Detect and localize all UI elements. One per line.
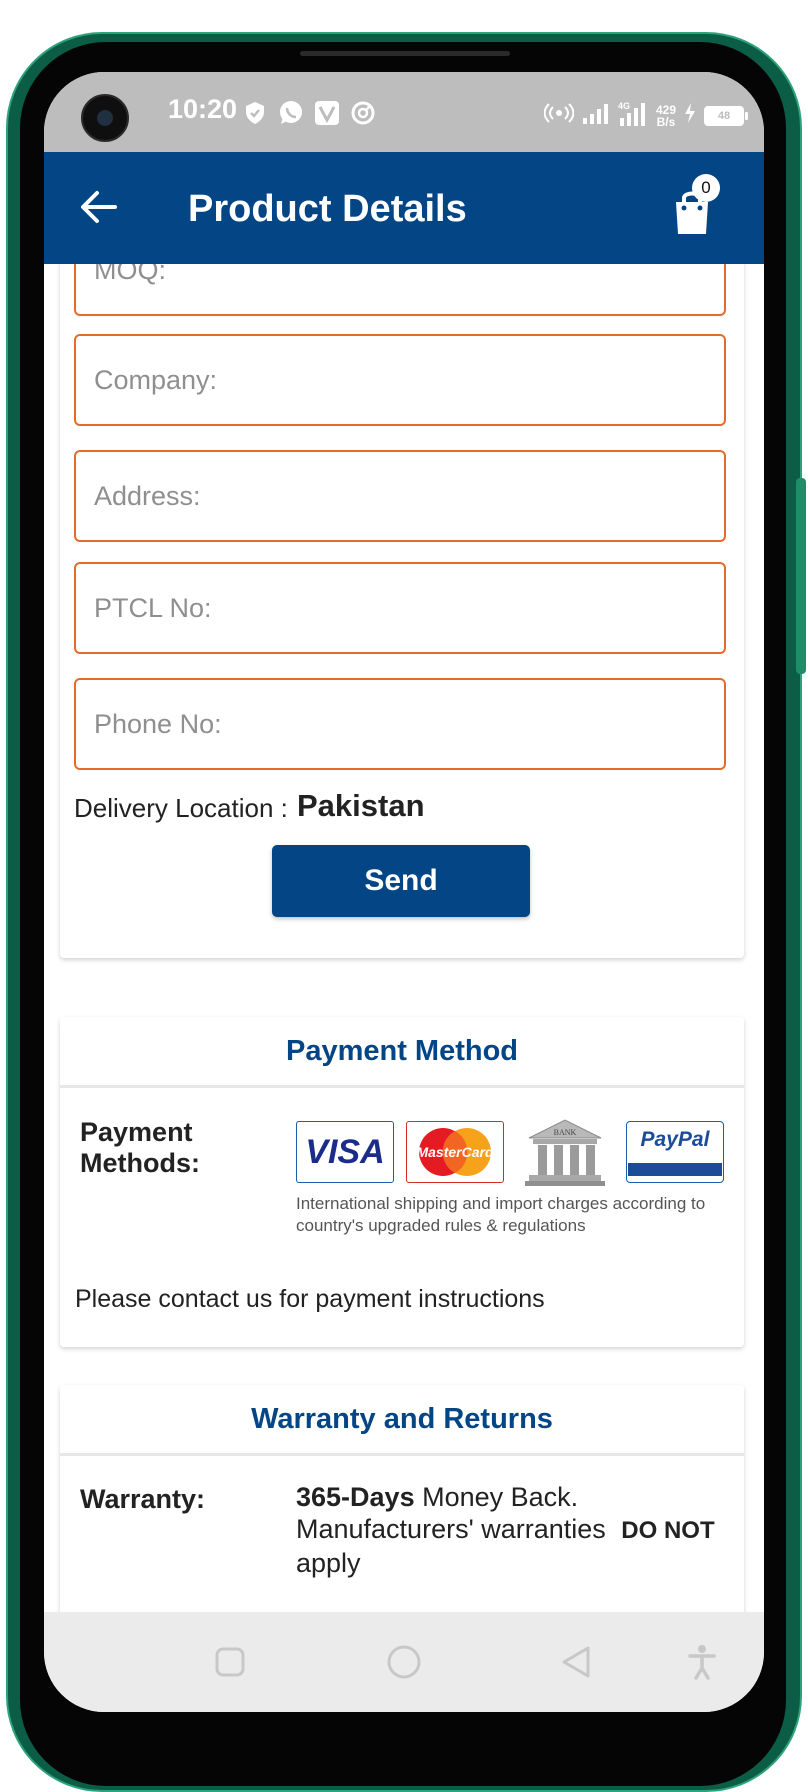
company-field[interactable] xyxy=(74,334,726,426)
bank-logo: BANK xyxy=(516,1119,614,1186)
arrow-left-icon xyxy=(81,191,117,223)
navigation-bar xyxy=(44,1612,764,1712)
mastercard-text: MasterCard xyxy=(416,1144,493,1160)
payment-methods-label: Payment Methods: xyxy=(80,1117,200,1178)
paypal-text: PayPal xyxy=(640,1128,710,1151)
page-title: Product Details xyxy=(188,188,467,230)
shipping-note: International shipping and import charge… xyxy=(296,1194,706,1235)
phone-side-button xyxy=(796,478,806,674)
hotspot-icon xyxy=(543,103,575,128)
sync-icon xyxy=(350,100,376,126)
home-button[interactable] xyxy=(382,1640,426,1684)
cart-button[interactable]: 0 xyxy=(670,174,726,236)
paypal-logo: PayPal xyxy=(626,1121,724,1183)
payment-contact-text: Please contact us for payment instructio… xyxy=(75,1285,545,1313)
address-field[interactable] xyxy=(74,450,726,542)
shield-icon xyxy=(242,100,268,126)
ptcl-field[interactable] xyxy=(74,562,726,654)
accessibility-button[interactable] xyxy=(680,1640,724,1684)
phone-field[interactable] xyxy=(74,678,726,770)
back-nav-button[interactable] xyxy=(554,1640,598,1684)
earpiece xyxy=(300,51,510,56)
warranty-text: 365-Days Money Back. Manufacturers' warr… xyxy=(296,1481,736,1579)
send-button[interactable]: Send xyxy=(272,845,530,917)
delivery-location-label: Delivery Location : xyxy=(74,793,288,823)
vpn-icon xyxy=(314,100,340,126)
back-triangle-icon xyxy=(562,1646,590,1678)
warranty-days: 365-Days xyxy=(296,1482,415,1512)
status-bar: 10:20 4G 429 B/s 48 xyxy=(44,72,764,152)
moq-input[interactable] xyxy=(76,264,724,314)
warranty-do-not: DO NOT xyxy=(621,1517,715,1544)
bank-text: BANK xyxy=(554,1128,577,1137)
app-bar: Product Details 0 xyxy=(44,152,764,264)
delivery-location-value: Pakistan xyxy=(297,788,425,823)
paypal-bar xyxy=(628,1163,722,1176)
product-details-content: Delivery Location : Pakistan Send Paymen… xyxy=(44,264,764,1612)
address-input[interactable] xyxy=(76,452,724,540)
battery-icon: 48 xyxy=(704,105,748,126)
payment-logos: VISA MasterCard BANK PayPal xyxy=(296,1119,724,1186)
network-speed-value: 429 xyxy=(655,102,676,117)
recent-apps-button[interactable] xyxy=(208,1640,252,1684)
phone-input[interactable] xyxy=(76,680,724,768)
mastercard-logo: MasterCard xyxy=(406,1121,504,1183)
ptcl-input[interactable] xyxy=(76,564,724,652)
charging-icon xyxy=(684,103,696,128)
accessibility-icon xyxy=(688,1645,716,1680)
warranty-label: Warranty: xyxy=(80,1484,206,1514)
payment-method-header: Payment Method xyxy=(60,1017,744,1088)
cart-count-badge: 0 xyxy=(692,174,720,202)
network-speed-unit: B/s xyxy=(656,114,676,129)
status-time: 10:20 xyxy=(168,94,238,124)
recent-apps-icon xyxy=(215,1647,245,1677)
notification-icons xyxy=(242,100,376,126)
home-icon xyxy=(387,1645,421,1679)
front-camera xyxy=(81,94,129,142)
company-input[interactable] xyxy=(76,336,724,424)
inquiry-form-card: Delivery Location : Pakistan Send xyxy=(60,264,744,958)
lte-signal-icon: 4G xyxy=(618,100,648,131)
back-button[interactable] xyxy=(74,182,124,232)
screen: 10:20 4G 429 B/s 48 Product Details 0 MO… xyxy=(44,72,764,1712)
system-indicators: 4G 429 B/s 48 xyxy=(543,100,748,131)
signal-icon xyxy=(582,102,610,129)
payment-method-card: Payment Method Payment Methods: VISA Mas… xyxy=(60,1017,744,1347)
whatsapp-icon xyxy=(278,100,304,126)
svg-text:4G: 4G xyxy=(618,101,630,111)
visa-logo: VISA xyxy=(296,1121,394,1183)
warranty-header: Warranty and Returns xyxy=(60,1385,744,1456)
network-speed: 429 B/s xyxy=(656,104,676,128)
moq-field[interactable] xyxy=(74,264,726,316)
warranty-card: Warranty and Returns Warranty: 365-Days … xyxy=(60,1385,744,1612)
warranty-text-part2: apply xyxy=(296,1548,361,1578)
